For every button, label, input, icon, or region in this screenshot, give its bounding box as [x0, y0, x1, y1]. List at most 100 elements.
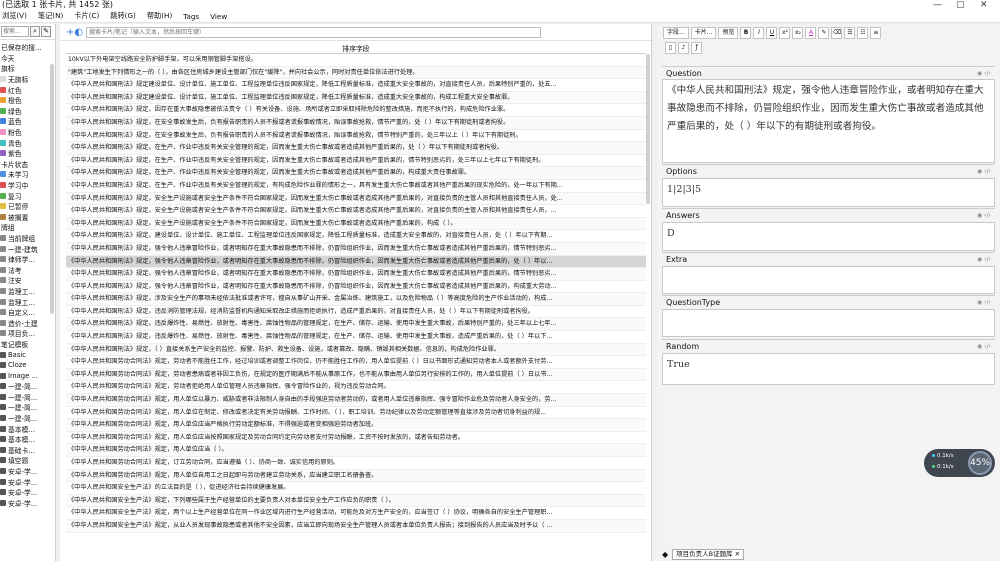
table-scrollbar[interactable]: [646, 54, 650, 204]
sidebar-item[interactable]: 一建-简...: [0, 381, 55, 392]
sidebar-item[interactable]: Image ...: [0, 370, 55, 381]
sidebar-item[interactable]: 紫色: [0, 148, 55, 159]
fields-button[interactable]: 字段...: [663, 26, 689, 39]
table-row[interactable]: 《中华人民共和国刑法》规定，安全生产设施或者安全生产条件不符合国家规定，因而发生…: [66, 217, 646, 231]
field-editor[interactable]: [662, 266, 995, 294]
sidebar-item[interactable]: 一建-简...: [0, 402, 55, 413]
menu-go[interactable]: 跳转(G): [110, 11, 136, 21]
sidebar-item[interactable]: 一建-建筑: [0, 243, 55, 254]
maximize-icon[interactable]: ▢: [956, 0, 965, 10]
toggle-mode-icon[interactable]: ✎: [41, 26, 51, 37]
close-icon[interactable]: ✕: [980, 0, 988, 10]
sidebar-item[interactable]: 笔记模板: [0, 339, 55, 350]
field-editor[interactable]: True: [662, 353, 995, 385]
sidebar-item[interactable]: 当前牌组: [0, 233, 55, 244]
sidebar-item[interactable]: 注安: [0, 275, 55, 286]
sidebar-item[interactable]: 蓝色: [0, 116, 55, 127]
field-editor[interactable]: 《中华人民共和国刑法》规定，强令他人违章冒险作业，或者明知存在重大事故隐患而不排…: [662, 79, 995, 163]
table-row[interactable]: 《中华人民共和国劳动合同法》规定，劳动者患病或者非因工负伤，在规定的医疗期满后不…: [66, 368, 646, 382]
sidebar-scrollbar[interactable]: [50, 64, 54, 314]
table-row[interactable]: 《中华人民共和国刑法》规定，强令他人违章冒险作业，或者明知存在重大事故隐患而不排…: [66, 268, 646, 281]
minimize-icon[interactable]: —: [933, 0, 942, 10]
superscript-button[interactable]: x²: [779, 26, 791, 39]
table-row[interactable]: 《中华人民共和国安全生产法》的立法目的是（ ），促进经济社会持续健康发展。: [66, 482, 646, 495]
table-row[interactable]: 《中华人民共和国劳动合同法》规定，用人单位应当按照国家规定及劳动合同约定向劳动者…: [66, 432, 646, 445]
sidebar-item[interactable]: 卡片状态: [0, 159, 55, 170]
table-row[interactable]: 《中华人民共和国刑法》规定，（ ）直接关系生产安全的监控、报警、防护、救生设备、…: [66, 343, 646, 357]
search-icon[interactable]: ⌕: [30, 26, 40, 37]
sidebar-item[interactable]: 安卓-学...: [0, 476, 55, 487]
menu-view-en[interactable]: View: [210, 12, 227, 21]
sidebar-item[interactable]: 一建-简...: [0, 392, 55, 403]
sidebar-item[interactable]: 红色: [0, 84, 55, 95]
sidebar-item[interactable]: 安卓-学...: [0, 498, 55, 509]
ordered-list-icon[interactable]: ☷: [857, 26, 869, 39]
table-row[interactable]: 《中华人民共和国刑法》规定，在安全事故发生后，负有报告职责的人员不报或者谎报事故…: [66, 130, 646, 143]
table-row[interactable]: 《中华人民共和国刑法》规定，在生产、作业中违反有关安全管理的规定，因而发生重大伤…: [66, 155, 646, 168]
table-row[interactable]: 《中华人民共和国劳动合同法》规定，订立劳动合同，应当遵循（ ）、协商一致、诚实信…: [66, 457, 646, 470]
table-row[interactable]: 《中华人民共和国劳动合同法》规定，用人单位在制定、修改或者决定有关劳动报酬、工作…: [66, 407, 646, 420]
sidebar-item[interactable]: 粉色: [0, 127, 55, 138]
table-row[interactable]: 《中华人民共和国刑法》规定，强令他人违章冒险作业，或者明知存在重大事故隐患而不排…: [66, 281, 646, 294]
table-row[interactable]: 《中华人民共和国刑法》规定，在生产、作业中违反有关安全管理的规定，因而发生重大伤…: [66, 142, 646, 155]
sidebar-item[interactable]: 旗标: [0, 63, 55, 74]
sidebar-item[interactable]: Cloze: [0, 360, 55, 371]
field-toggle-icon[interactable]: ◉ ‹/›: [977, 340, 991, 353]
eraser-icon[interactable]: ⌫: [831, 26, 843, 39]
bold-button[interactable]: B: [740, 26, 752, 39]
table-row[interactable]: 《中华人民共和国刑法》规定，建设单位、设计单位、施工单位、工程监理单位违反国家规…: [66, 230, 646, 243]
align-icon[interactable]: ≡: [870, 26, 882, 39]
sidebar-item[interactable]: 律师学...: [0, 254, 55, 265]
table-row[interactable]: 《中华人民共和国刑法》规定，违反爆炸性、易燃性、放射性、毒害性、腐蚀性物品的管理…: [66, 331, 646, 344]
table-row[interactable]: 《中华人民共和国劳动合同法》规定，用人单位应当严格执行劳动定额标准，不得强迫或者…: [66, 419, 646, 432]
table-row[interactable]: 《中华人民共和国劳动合同法》规定，用人单位以暴力、威胁或者非法限制人身自由的手段…: [66, 394, 646, 407]
sidebar-item[interactable]: 被搁置: [0, 212, 55, 223]
sidebar-item[interactable]: 无旗标: [0, 74, 55, 85]
subscript-button[interactable]: x₂: [792, 26, 804, 39]
table-row[interactable]: 《中华人民共和国安全生产法》规定，从业人员发现事故隐患或者其他不安全因素，应当立…: [66, 519, 646, 533]
sidebar-item[interactable]: 基本模...: [0, 423, 55, 434]
menu-help[interactable]: 帮助(H): [147, 11, 172, 21]
table-row[interactable]: 《中华人民共和国刑法》规定建设单位、设计单位、施工单位、工程监理单位违反国家规定…: [66, 91, 646, 105]
table-row[interactable]: 《中华人民共和国安全生产法》规定，下列哪些属于生产经营单位的主要负责人对本单位安…: [66, 494, 646, 508]
sidebar-search-input[interactable]: [1, 26, 29, 37]
table-row[interactable]: 《中华人民共和国刑法》规定，违反爆炸性、易燃性、放射性、毒害性、腐蚀性物品的管理…: [66, 318, 646, 332]
field-toggle-icon[interactable]: ◉ ‹/›: [977, 253, 991, 266]
menu-cards[interactable]: 卡片(C): [74, 11, 99, 21]
highlight-icon[interactable]: ✎: [818, 26, 830, 39]
sidebar-item[interactable]: 已暂停: [0, 201, 55, 212]
table-row[interactable]: 《中华人民共和国安全生产法》规定，两个以上生产经营单位在同一作业区域内进行生产经…: [66, 507, 646, 520]
table-row[interactable]: 10kV以下外电架空线路安全防护脚手架，可以采用钢管脚手架搭设。: [66, 54, 646, 67]
column-header-sort-field[interactable]: 排序字段: [66, 44, 646, 54]
table-row[interactable]: 《中华人民共和国劳动合同法》规定，用人单位应当（ ）。: [66, 444, 646, 457]
sidebar-item[interactable]: 已保存的搜...: [0, 42, 55, 53]
sidebar-item[interactable]: 复习: [0, 190, 55, 201]
sidebar-item[interactable]: 安卓-学...: [0, 487, 55, 498]
sidebar-item[interactable]: 造价-土建: [0, 317, 55, 328]
menu-notes[interactable]: 笔记(N): [38, 11, 63, 21]
table-row[interactable]: 《中华人民共和国刑法》规定，在安全事故发生后，负有报告职责的人员不报或者谎报事故…: [66, 116, 646, 130]
field-toggle-icon[interactable]: ◉ ‹/›: [977, 296, 991, 309]
field-editor[interactable]: 1|2|3|5: [662, 178, 995, 207]
mathjax-icon[interactable]: ƒ: [691, 41, 702, 54]
sidebar-item[interactable]: 牌组: [0, 222, 55, 233]
preview-button[interactable]: 预览: [718, 26, 739, 39]
table-row[interactable]: 《中华人民共和国刑法》规定，违反消防管理法规，经消防监督机构通知采取改正措施而拒…: [66, 306, 646, 319]
menu-view[interactable]: 浏览(V): [2, 11, 27, 21]
field-editor[interactable]: D: [662, 222, 995, 251]
sidebar-item[interactable]: 项目负...: [0, 328, 55, 339]
add-card-icon[interactable]: +◐: [66, 27, 86, 38]
sidebar-item[interactable]: 一建-简...: [0, 413, 55, 424]
table-row[interactable]: 《中华人民共和国劳动合同法》规定，劳动者拒绝用人单位管理人员违章指挥、强令冒险作…: [66, 381, 646, 395]
sidebar-item[interactable]: 填空题: [0, 455, 55, 466]
tag-chip[interactable]: 项目负责人B证题库 ✕: [672, 549, 745, 560]
sidebar-item[interactable]: 基础卡...: [0, 445, 55, 456]
field-toggle-icon[interactable]: ◉ ‹/›: [977, 209, 991, 222]
underline-button[interactable]: U: [766, 26, 778, 39]
sidebar-item[interactable]: 监理工...: [0, 296, 55, 307]
sidebar-item[interactable]: 基本模...: [0, 434, 55, 445]
table-row[interactable]: 《中华人民共和国刑法》规定，安全生产设施或者安全生产条件不符合国家规定，因而发生…: [66, 192, 646, 206]
sidebar-item[interactable]: 学习中: [0, 180, 55, 191]
sidebar-item[interactable]: 橙色: [0, 95, 55, 106]
network-speed-widget[interactable]: 0.1k/s 0.1k/s 45%: [924, 449, 995, 477]
